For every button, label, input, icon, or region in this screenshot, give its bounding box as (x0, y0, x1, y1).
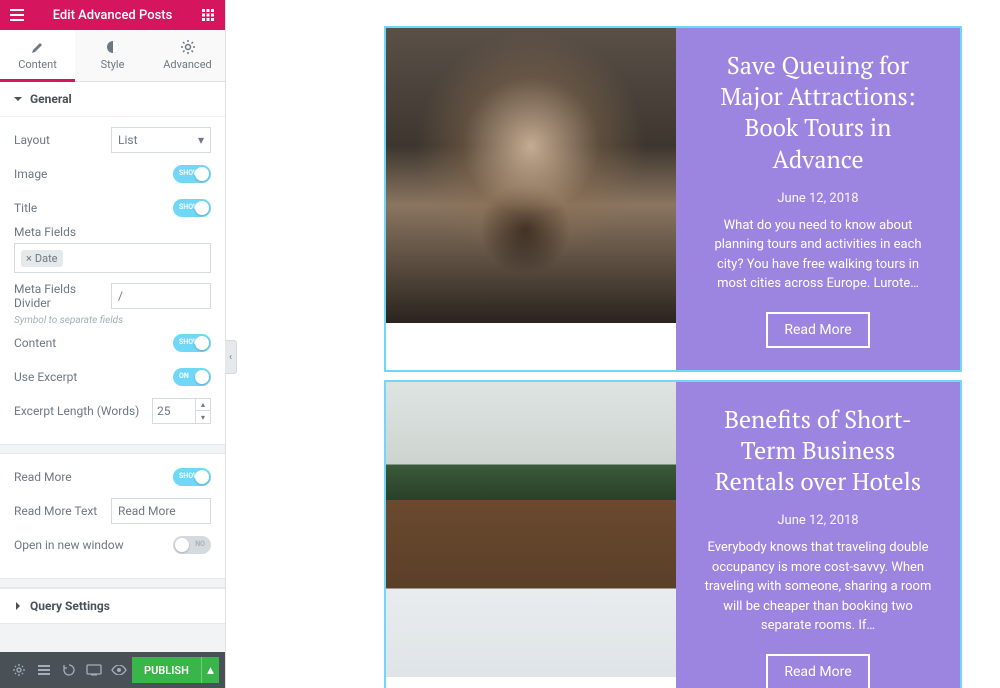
close-icon[interactable]: × (26, 252, 32, 265)
panel-header: Edit Advanced Posts (0, 0, 225, 30)
readmoretext-input[interactable] (111, 498, 211, 524)
panel-spacer (0, 624, 225, 652)
menu-icon[interactable] (0, 0, 34, 30)
editor-panel: Edit Advanced Posts Content Style Advanc… (0, 0, 226, 688)
title-toggle[interactable]: SHOW (173, 199, 211, 217)
post-excerpt: Everybody knows that traveling double oc… (704, 538, 932, 636)
content-label: Content (14, 336, 173, 350)
section-query-label: Query Settings (30, 599, 110, 613)
post-body: Save Queuing for Major Attractions: Book… (676, 28, 960, 370)
useexcerpt-toggle[interactable]: ON (173, 368, 211, 386)
apps-icon[interactable] (191, 0, 225, 30)
collapse-panel-handle[interactable]: ‹ (225, 340, 237, 374)
controls: Layout List ▾ Image SHOW Title SHOW Meta… (0, 117, 225, 438)
readmore-toggle[interactable]: SHOW (173, 468, 211, 486)
post-date: June 12, 2018 (777, 191, 858, 206)
stepper-down[interactable]: ▾ (196, 411, 210, 423)
excerptlen-stepper[interactable]: 25 ▴▾ (152, 398, 211, 424)
editor-tabs: Content Style Advanced (0, 30, 225, 82)
tab-advanced-label: Advanced (163, 58, 211, 71)
settings-icon[interactable] (6, 652, 31, 688)
stepper-up[interactable]: ▴ (196, 399, 210, 411)
post-image[interactable] (386, 382, 676, 677)
responsive-icon[interactable] (82, 652, 107, 688)
divider (0, 578, 225, 588)
post-image[interactable] (386, 28, 676, 323)
opennew-label: Open in new window (14, 538, 173, 552)
post-excerpt: What do you need to know about planning … (704, 216, 932, 294)
metafields-label: Meta Fields (14, 225, 76, 239)
section-general-label: General (30, 92, 72, 106)
metafields-input[interactable]: ×Date (14, 243, 211, 273)
tab-style-label: Style (101, 58, 125, 71)
metafields-chip[interactable]: ×Date (21, 250, 63, 267)
navigator-icon[interactable] (31, 652, 56, 688)
post-date: June 12, 2018 (777, 513, 858, 528)
excerptlen-label: Excerpt Length (Words) (14, 404, 152, 418)
post-body: Benefits of Short-Term Business Rentals … (676, 382, 960, 688)
read-more-button[interactable]: Read More (766, 654, 869, 688)
tab-advanced[interactable]: Advanced (150, 30, 225, 81)
image-label: Image (14, 167, 173, 181)
post-title[interactable]: Benefits of Short-Term Business Rentals … (704, 404, 932, 498)
layout-value: List (118, 133, 138, 147)
tab-content-label: Content (18, 58, 57, 71)
layout-label: Layout (14, 133, 111, 147)
section-general[interactable]: General (0, 82, 225, 117)
opennew-toggle[interactable]: NO (173, 536, 211, 554)
history-icon[interactable] (56, 652, 81, 688)
tab-style[interactable]: Style (75, 30, 150, 81)
controls-2: Read More SHOW Read More Text Open in ne… (0, 454, 225, 572)
image-toggle[interactable]: SHOW (173, 165, 211, 183)
layout-select[interactable]: List ▾ (111, 127, 211, 153)
panel-footer: PUBLISH ▴ (0, 652, 225, 688)
readmoretext-label: Read More Text (14, 504, 111, 518)
metadivider-input[interactable] (111, 283, 211, 309)
publish-dropdown[interactable]: ▴ (201, 657, 219, 683)
post-card: Benefits of Short-Term Business Rentals … (386, 382, 960, 688)
metadivider-label: Meta Fields Divider (14, 282, 111, 310)
readmore-label: Read More (14, 470, 173, 484)
section-query[interactable]: Query Settings (0, 588, 225, 624)
post-title[interactable]: Save Queuing for Major Attractions: Book… (704, 50, 932, 175)
useexcerpt-label: Use Excerpt (14, 370, 173, 384)
preview-icon[interactable] (107, 652, 132, 688)
panel-title: Edit Advanced Posts (34, 8, 191, 23)
divider (0, 444, 225, 454)
content-toggle[interactable]: SHOW (173, 334, 211, 352)
title-label: Title (14, 201, 173, 215)
chevron-down-icon: ▾ (198, 133, 204, 147)
tab-content[interactable]: Content (0, 30, 75, 82)
read-more-button[interactable]: Read More (766, 312, 869, 348)
preview-area: Save Queuing for Major Attractions: Book… (226, 0, 1000, 688)
publish-button[interactable]: PUBLISH (132, 657, 201, 683)
metadivider-help: Symbol to separate fields (14, 315, 211, 326)
post-card: Save Queuing for Major Attractions: Book… (386, 28, 960, 370)
